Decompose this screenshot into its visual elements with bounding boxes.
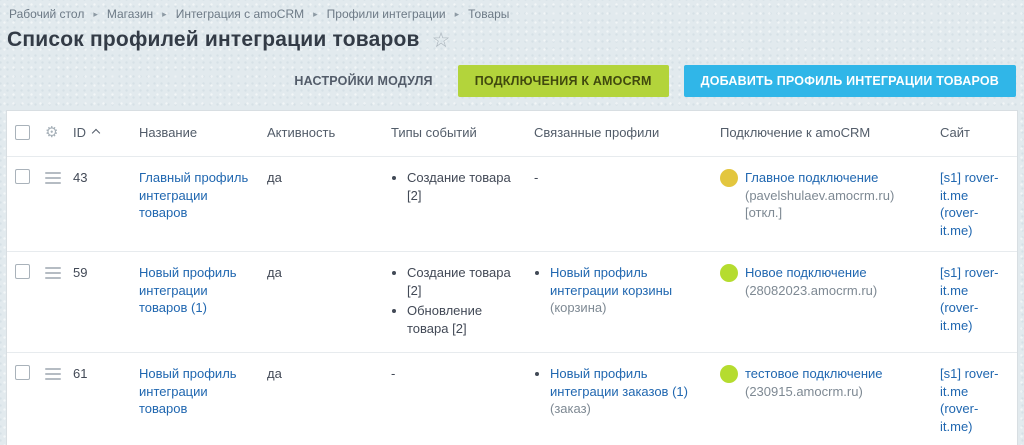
breadcrumb-item-desktop[interactable]: Рабочий стол	[9, 7, 84, 21]
row-active: да	[259, 353, 383, 445]
breadcrumb-separator-icon: ▸	[162, 10, 167, 19]
connection-cell: Новое подключение (28082023.amocrm.ru)	[720, 264, 924, 299]
related-profiles-empty: -	[526, 157, 712, 252]
breadcrumb-separator-icon: ▸	[455, 10, 460, 19]
connection-status-dot	[720, 264, 738, 282]
related-profile-link[interactable]: Новый профиль интеграции заказов (1)	[550, 366, 688, 399]
connection-status-note: [откл.]	[745, 205, 782, 220]
related-profile-suffix: (заказ)	[550, 401, 591, 416]
connection-name-link[interactable]: Новое подключение	[745, 265, 867, 280]
row-checkbox[interactable]	[15, 365, 30, 380]
connection-domain: (28082023.amocrm.ru)	[745, 283, 877, 298]
breadcrumb-item-products[interactable]: Товары	[468, 7, 509, 21]
related-profile-item: Новый профиль интеграции корзины (корзин…	[550, 264, 704, 317]
row-actions-menu-icon[interactable]	[45, 169, 61, 187]
connection-name-link[interactable]: Главное подключение	[745, 170, 878, 185]
connection-domain: (230915.amocrm.ru)	[745, 384, 863, 399]
breadcrumb-separator-icon: ▸	[313, 10, 318, 19]
row-checkbox[interactable]	[15, 264, 30, 279]
page-title: Список профилей интеграции товаров	[7, 28, 420, 52]
row-id: 43	[65, 157, 131, 252]
event-type-item: Обновление товара [2]	[407, 302, 518, 337]
select-all-checkbox[interactable]	[15, 125, 30, 140]
connection-status-dot	[720, 169, 738, 187]
profiles-table: ⚙ ID Название Активность Типы событий Св…	[7, 111, 1017, 445]
row-checkbox[interactable]	[15, 169, 30, 184]
row-active: да	[259, 252, 383, 353]
breadcrumb-separator-icon: ▸	[93, 10, 98, 19]
table-row: 61 Новый профиль интеграции товаров да -…	[7, 353, 1017, 445]
table-row: 43 Главный профиль интеграции товаров да…	[7, 157, 1017, 252]
site-link[interactable]: [s1] rover-it.me (rover-it.me)	[940, 365, 1009, 435]
toolbar: НАСТРОЙКИ МОДУЛЯ ПОДКЛЮЧЕНИЯ К AMOCRM ДО…	[0, 52, 1024, 110]
row-id: 61	[65, 353, 131, 445]
site-link[interactable]: [s1] rover-it.me (rover-it.me)	[940, 169, 1009, 239]
row-actions-menu-icon[interactable]	[45, 365, 61, 383]
connection-domain: (pavelshulaev.amocrm.ru)	[745, 188, 894, 203]
profile-name-link[interactable]: Главный профиль интеграции товаров	[139, 170, 248, 220]
favorite-star-icon[interactable]: ☆	[432, 30, 451, 51]
connection-name-link[interactable]: тестовое подключение	[745, 366, 883, 381]
site-link[interactable]: [s1] rover-it.me (rover-it.me)	[940, 264, 1009, 334]
event-type-item: Создание товара [2]	[407, 264, 518, 299]
column-header-name[interactable]: Название	[131, 111, 259, 157]
row-active: да	[259, 157, 383, 252]
amocrm-connections-button[interactable]: ПОДКЛЮЧЕНИЯ К AMOCRM	[458, 65, 669, 97]
module-settings-button[interactable]: НАСТРОЙКИ МОДУЛЯ	[284, 66, 442, 96]
table-settings-gear-icon[interactable]: ⚙	[45, 124, 58, 141]
sort-ascending-icon	[92, 129, 100, 137]
table-row: 59 Новый профиль интеграции товаров (1) …	[7, 252, 1017, 353]
breadcrumb-item-integration-profiles[interactable]: Профили интеграции	[327, 7, 446, 21]
row-actions-menu-icon[interactable]	[45, 264, 61, 282]
breadcrumb-item-amocrm-integration[interactable]: Интеграция с amoCRM	[176, 7, 304, 21]
event-types-empty: -	[383, 353, 526, 445]
column-header-related[interactable]: Связанные профили	[526, 111, 712, 157]
connection-cell: тестовое подключение (230915.amocrm.ru)	[720, 365, 924, 400]
column-header-active[interactable]: Активность	[259, 111, 383, 157]
profile-name-link[interactable]: Новый профиль интеграции товаров	[139, 366, 237, 416]
breadcrumb-item-shop[interactable]: Магазин	[107, 7, 153, 21]
connection-status-dot	[720, 365, 738, 383]
row-id: 59	[65, 252, 131, 353]
related-profile-link[interactable]: Новый профиль интеграции корзины	[550, 265, 672, 298]
connection-cell: Главное подключение (pavelshulaev.amocrm…	[720, 169, 924, 222]
column-header-events[interactable]: Типы событий	[383, 111, 526, 157]
column-header-connection[interactable]: Подключение к amoCRM	[712, 111, 932, 157]
profiles-panel: ⚙ ID Название Активность Типы событий Св…	[6, 110, 1018, 445]
table-header-row: ⚙ ID Название Активность Типы событий Св…	[7, 111, 1017, 157]
add-integration-profile-button[interactable]: ДОБАВИТЬ ПРОФИЛЬ ИНТЕГРАЦИИ ТОВАРОВ	[684, 65, 1016, 97]
related-profile-item: Новый профиль интеграции заказов (1) (за…	[550, 365, 704, 418]
column-header-id[interactable]: ID	[65, 111, 131, 157]
profile-name-link[interactable]: Новый профиль интеграции товаров (1)	[139, 265, 237, 315]
column-header-site[interactable]: Сайт	[932, 111, 1017, 157]
breadcrumb: Рабочий стол ▸ Магазин ▸ Интеграция с am…	[0, 0, 1024, 21]
event-type-item: Создание товара [2]	[407, 169, 518, 204]
related-profile-suffix: (корзина)	[550, 300, 606, 315]
